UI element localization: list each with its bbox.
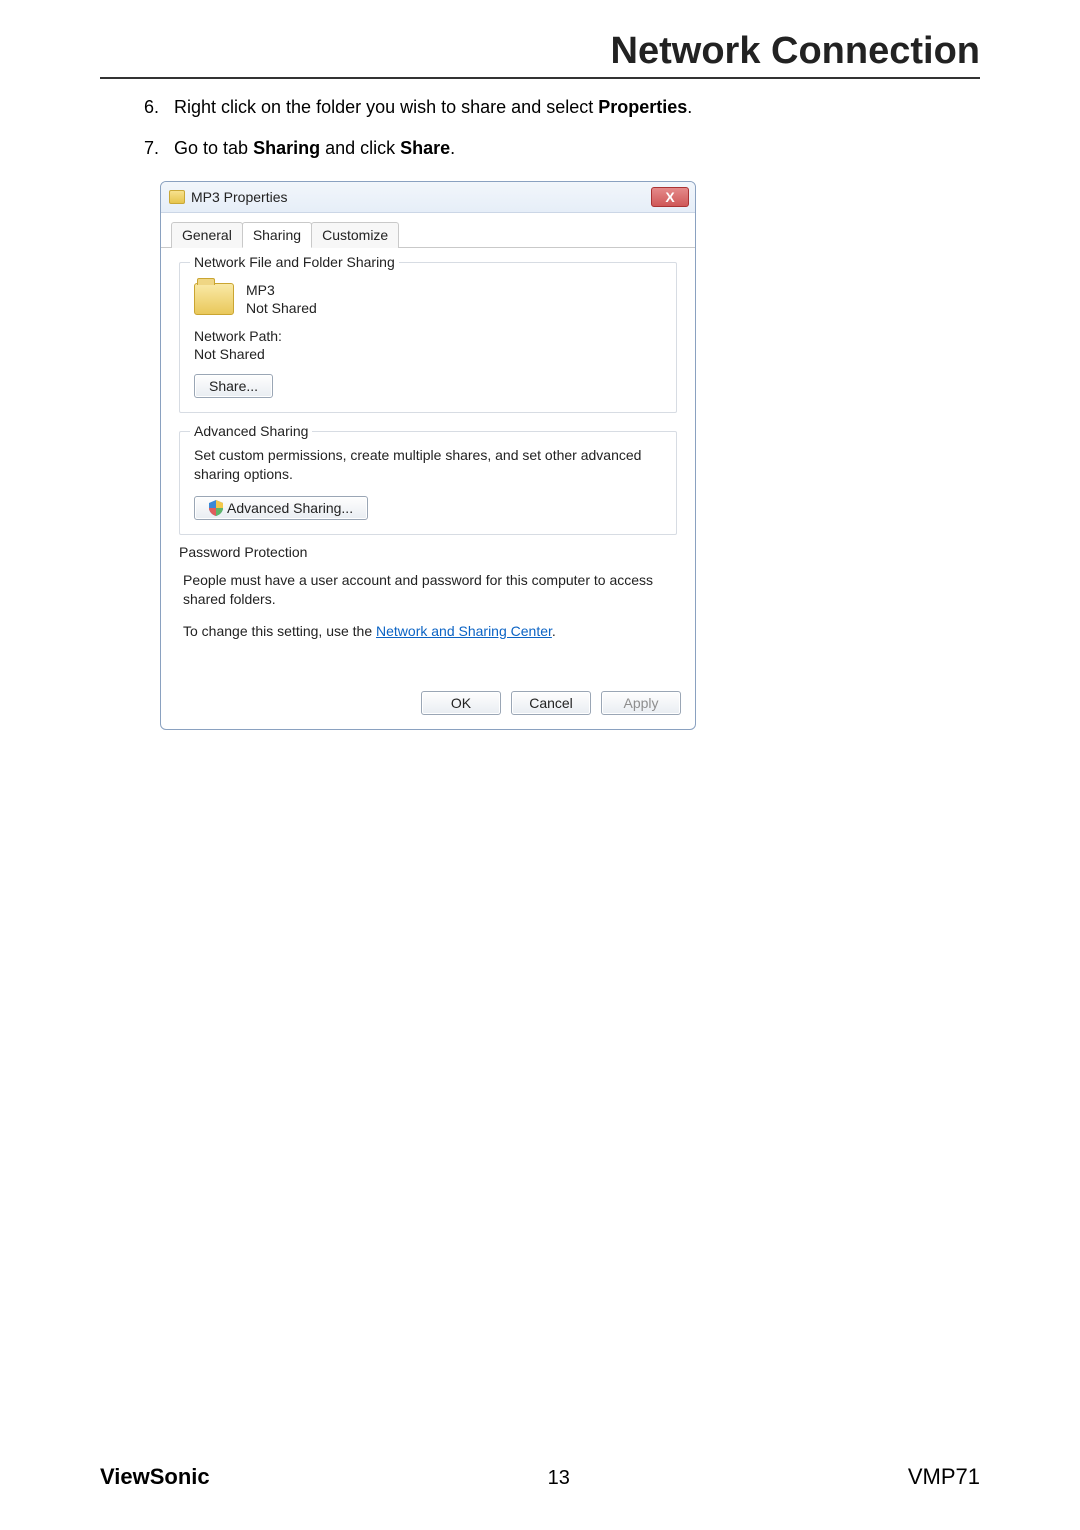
- group-title: Network File and Folder Sharing: [190, 254, 399, 270]
- apply-button[interactable]: Apply: [601, 691, 681, 715]
- tabs: General Sharing Customize: [161, 213, 695, 248]
- close-button[interactable]: X: [651, 187, 689, 207]
- network-path-label: Network Path:: [194, 328, 662, 344]
- folder-name: MP3: [246, 281, 317, 300]
- tab-customize[interactable]: Customize: [311, 222, 399, 248]
- folder-status: Not Shared: [246, 299, 317, 318]
- dialog-footer: OK Cancel Apply: [161, 681, 695, 729]
- advanced-sharing-button[interactable]: Advanced Sharing...: [194, 496, 368, 520]
- group-advanced-sharing: Advanced Sharing Set custom permissions,…: [179, 431, 677, 535]
- advanced-description: Set custom permissions, create multiple …: [194, 446, 662, 484]
- instruction-list: 6. Right click on the folder you wish to…: [100, 93, 980, 163]
- page-header: Network Connection: [100, 30, 980, 79]
- step-text: Right click on the folder you wish to sh…: [174, 93, 692, 122]
- dialog-titlebar: MP3 Properties X: [161, 182, 695, 213]
- group-title: Advanced Sharing: [190, 423, 312, 439]
- step-text: Go to tab Sharing and click Share.: [174, 134, 455, 163]
- footer-page-number: 13: [548, 1467, 570, 1490]
- dialog-title: MP3 Properties: [191, 189, 287, 205]
- network-path-value: Not Shared: [194, 346, 662, 362]
- dialog-body: Network File and Folder Sharing MP3 Not …: [161, 248, 695, 681]
- ok-button[interactable]: OK: [421, 691, 501, 715]
- step-number: 7.: [144, 134, 174, 163]
- group-network-sharing: Network File and Folder Sharing MP3 Not …: [179, 262, 677, 414]
- shield-icon: [209, 500, 223, 516]
- close-icon: X: [665, 189, 674, 205]
- page-footer: ViewSonic 13 VMP71: [100, 1464, 980, 1490]
- group-password-protection: Password Protection People must have a u…: [179, 553, 677, 653]
- step-6: 6. Right click on the folder you wish to…: [144, 93, 980, 122]
- folder-icon: [194, 283, 234, 315]
- footer-brand: ViewSonic: [100, 1464, 210, 1490]
- folder-icon: [169, 190, 185, 204]
- group-title: Password Protection: [179, 544, 311, 560]
- advanced-sharing-label: Advanced Sharing...: [227, 500, 353, 516]
- cancel-button[interactable]: Cancel: [511, 691, 591, 715]
- step-number: 6.: [144, 93, 174, 122]
- password-description: People must have a user account and pass…: [183, 571, 673, 609]
- network-sharing-center-link[interactable]: Network and Sharing Center: [376, 623, 552, 639]
- tab-sharing[interactable]: Sharing: [242, 222, 312, 248]
- step-7: 7. Go to tab Sharing and click Share.: [144, 134, 980, 163]
- footer-model: VMP71: [908, 1464, 980, 1490]
- page-title: Network Connection: [100, 30, 980, 73]
- password-change-line: To change this setting, use the Network …: [183, 623, 673, 639]
- tab-general[interactable]: General: [171, 222, 243, 248]
- share-button[interactable]: Share...: [194, 374, 273, 398]
- properties-dialog: MP3 Properties X General Sharing Customi…: [160, 181, 696, 730]
